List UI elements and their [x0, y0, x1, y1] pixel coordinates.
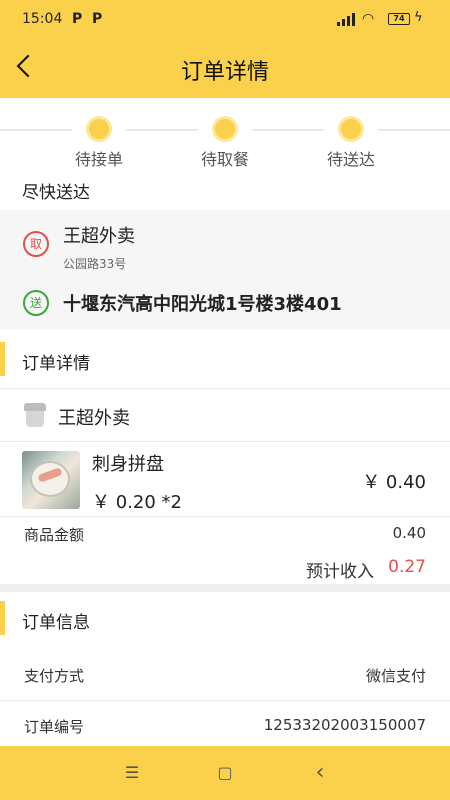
status-time: 15:04 — [22, 11, 63, 27]
status-bar: 15:04 P P ◠ 74 ϟ — [0, 0, 450, 38]
divider — [0, 516, 450, 517]
page-title: 订单详情 — [180, 60, 269, 85]
step-pending-delivery: 待送达 — [311, 116, 391, 170]
step-pending-accept: 待接单 — [59, 116, 139, 170]
battery-icon: 74 — [388, 13, 410, 25]
store-icon — [24, 403, 46, 427]
pickup-address: 公园路33号 — [63, 257, 127, 271]
goods-amount-label: 商品金额 — [24, 526, 85, 544]
delivery-time-label: 尽快送达 — [22, 183, 90, 203]
order-number-value: 12533202003150007 — [263, 716, 426, 734]
home-icon[interactable]: ▢ — [210, 758, 240, 788]
payment-method-value: 微信支付 — [365, 667, 426, 685]
order-progress: 待接单 待取餐 待送达 — [0, 98, 450, 170]
step-pending-pickup: 待取餐 — [185, 116, 265, 170]
step-dot — [212, 116, 238, 142]
parking-notification-icon: P — [72, 11, 83, 27]
item-total: ￥ 0.40 — [362, 472, 426, 493]
step-dot — [338, 116, 364, 142]
pickup-tag-icon: 取 — [23, 231, 49, 257]
estimated-income-value: 0.27 — [388, 557, 426, 577]
title-bar: 订单详情 — [0, 38, 450, 98]
divider — [0, 700, 450, 701]
food-image — [22, 451, 80, 509]
order-detail-heading: 订单详情 — [22, 354, 90, 374]
deliver-tag-icon: 送 — [23, 290, 49, 316]
wifi-icon: ◠ — [362, 11, 375, 27]
store-name: 王超外卖 — [58, 408, 130, 429]
menu-icon[interactable]: ☰ — [117, 758, 147, 788]
divider — [0, 441, 450, 442]
step-dot — [86, 116, 112, 142]
pickup-shop-name: 王超外卖 — [63, 226, 135, 247]
back-nav-icon[interactable]: ‹ — [305, 758, 335, 788]
estimated-income-label: 预计收入 — [306, 562, 374, 582]
item-name: 刺身拼盘 — [92, 454, 164, 475]
charging-icon: ϟ — [414, 10, 423, 25]
step-label: 待送达 — [326, 150, 375, 169]
delivery-address[interactable]: 十堰东汽高中阳光城1号楼3楼401 — [63, 290, 342, 316]
section-marker — [0, 342, 5, 376]
divider — [0, 388, 450, 389]
step-label: 待接单 — [74, 150, 123, 169]
system-nav-bar: ☰ ▢ ‹ — [0, 746, 450, 800]
section-gap — [0, 584, 450, 592]
payment-method-label: 支付方式 — [24, 667, 85, 685]
step-label: 待取餐 — [200, 150, 249, 169]
order-info-heading: 订单信息 — [22, 613, 90, 633]
item-price-quantity: ￥ 0.20 *2 — [92, 492, 182, 513]
section-marker — [0, 601, 5, 635]
goods-amount-value: 0.40 — [392, 524, 426, 542]
signal-icon — [337, 12, 355, 26]
address-block: 取 王超外卖 公园路33号 送 十堰东汽高中阳光城1号楼3楼401 — [0, 210, 450, 330]
order-number-label: 订单编号 — [24, 718, 85, 736]
parking-notification-icon: P — [92, 11, 103, 27]
